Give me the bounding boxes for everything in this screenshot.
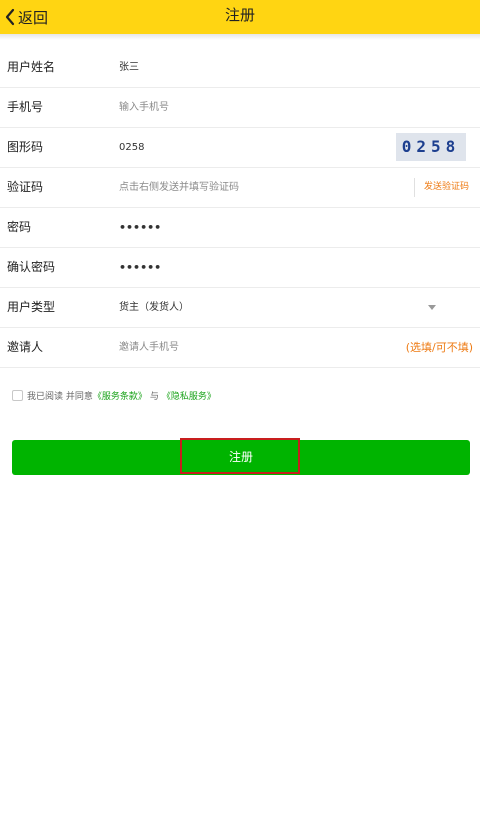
terms-link[interactable]: 《服务条款》 xyxy=(93,389,147,402)
user-type-row[interactable]: 用户类型 货主（发货人） xyxy=(0,288,480,328)
password-row: 密码 •••••• xyxy=(0,208,480,248)
inviter-row: 邀请人 邀请人手机号 (选填/可不填) xyxy=(0,328,480,368)
captcha-label: 图形码 xyxy=(7,140,44,154)
captcha-image[interactable]: 0258 xyxy=(396,133,466,161)
optional-note: (选填/可不填) xyxy=(405,341,473,354)
password-input[interactable]: •••••• xyxy=(119,208,161,247)
registration-form: 用户姓名 张三 手机号 输入手机号 图形码 0258 0258 验证码 点击右侧… xyxy=(0,48,480,368)
password-label: 密码 xyxy=(7,220,32,234)
confirm-password-row: 确认密码 •••••• xyxy=(0,248,480,288)
header-divider xyxy=(0,34,480,40)
confirm-password-input[interactable]: •••••• xyxy=(119,248,161,287)
captcha-row: 图形码 0258 0258 xyxy=(0,128,480,168)
user-type-select[interactable]: 货主（发货人） xyxy=(119,288,189,327)
inviter-label: 邀请人 xyxy=(7,340,44,354)
page-title: 注册 xyxy=(224,6,255,24)
username-input[interactable]: 张三 xyxy=(119,48,139,87)
verify-code-row: 验证码 点击右侧发送并填写验证码 发送验证码 xyxy=(0,168,480,208)
agreement-checkbox[interactable] xyxy=(12,389,23,401)
agreement: 我已阅读 并同意 《服务条款》 与 《隐私服务》 xyxy=(12,388,216,402)
verify-code-input[interactable]: 点击右侧发送并填写验证码 xyxy=(119,168,239,207)
phone-row: 手机号 输入手机号 xyxy=(0,88,480,128)
captcha-input[interactable]: 0258 xyxy=(119,128,144,167)
top-bar: 返回 注册 xyxy=(0,0,480,34)
send-code-button[interactable]: 发送验证码 xyxy=(414,178,469,197)
register-button[interactable]: 注册 xyxy=(12,440,470,475)
phone-label: 手机号 xyxy=(7,100,44,114)
dropdown-arrow-icon[interactable] xyxy=(428,305,436,310)
username-label: 用户姓名 xyxy=(7,60,56,74)
username-row: 用户姓名 张三 xyxy=(0,48,480,88)
user-type-label: 用户类型 xyxy=(7,300,56,314)
register-button-label: 注册 xyxy=(228,450,253,464)
agreement-connector: 与 xyxy=(149,391,159,402)
confirm-password-label: 确认密码 xyxy=(7,260,56,274)
phone-input[interactable]: 输入手机号 xyxy=(119,88,169,127)
verify-code-label: 验证码 xyxy=(7,180,44,194)
agreement-text: 我已阅读 并同意 xyxy=(27,391,93,402)
privacy-link[interactable]: 《隐私服务》 xyxy=(162,389,216,402)
inviter-input[interactable]: 邀请人手机号 xyxy=(119,328,179,367)
